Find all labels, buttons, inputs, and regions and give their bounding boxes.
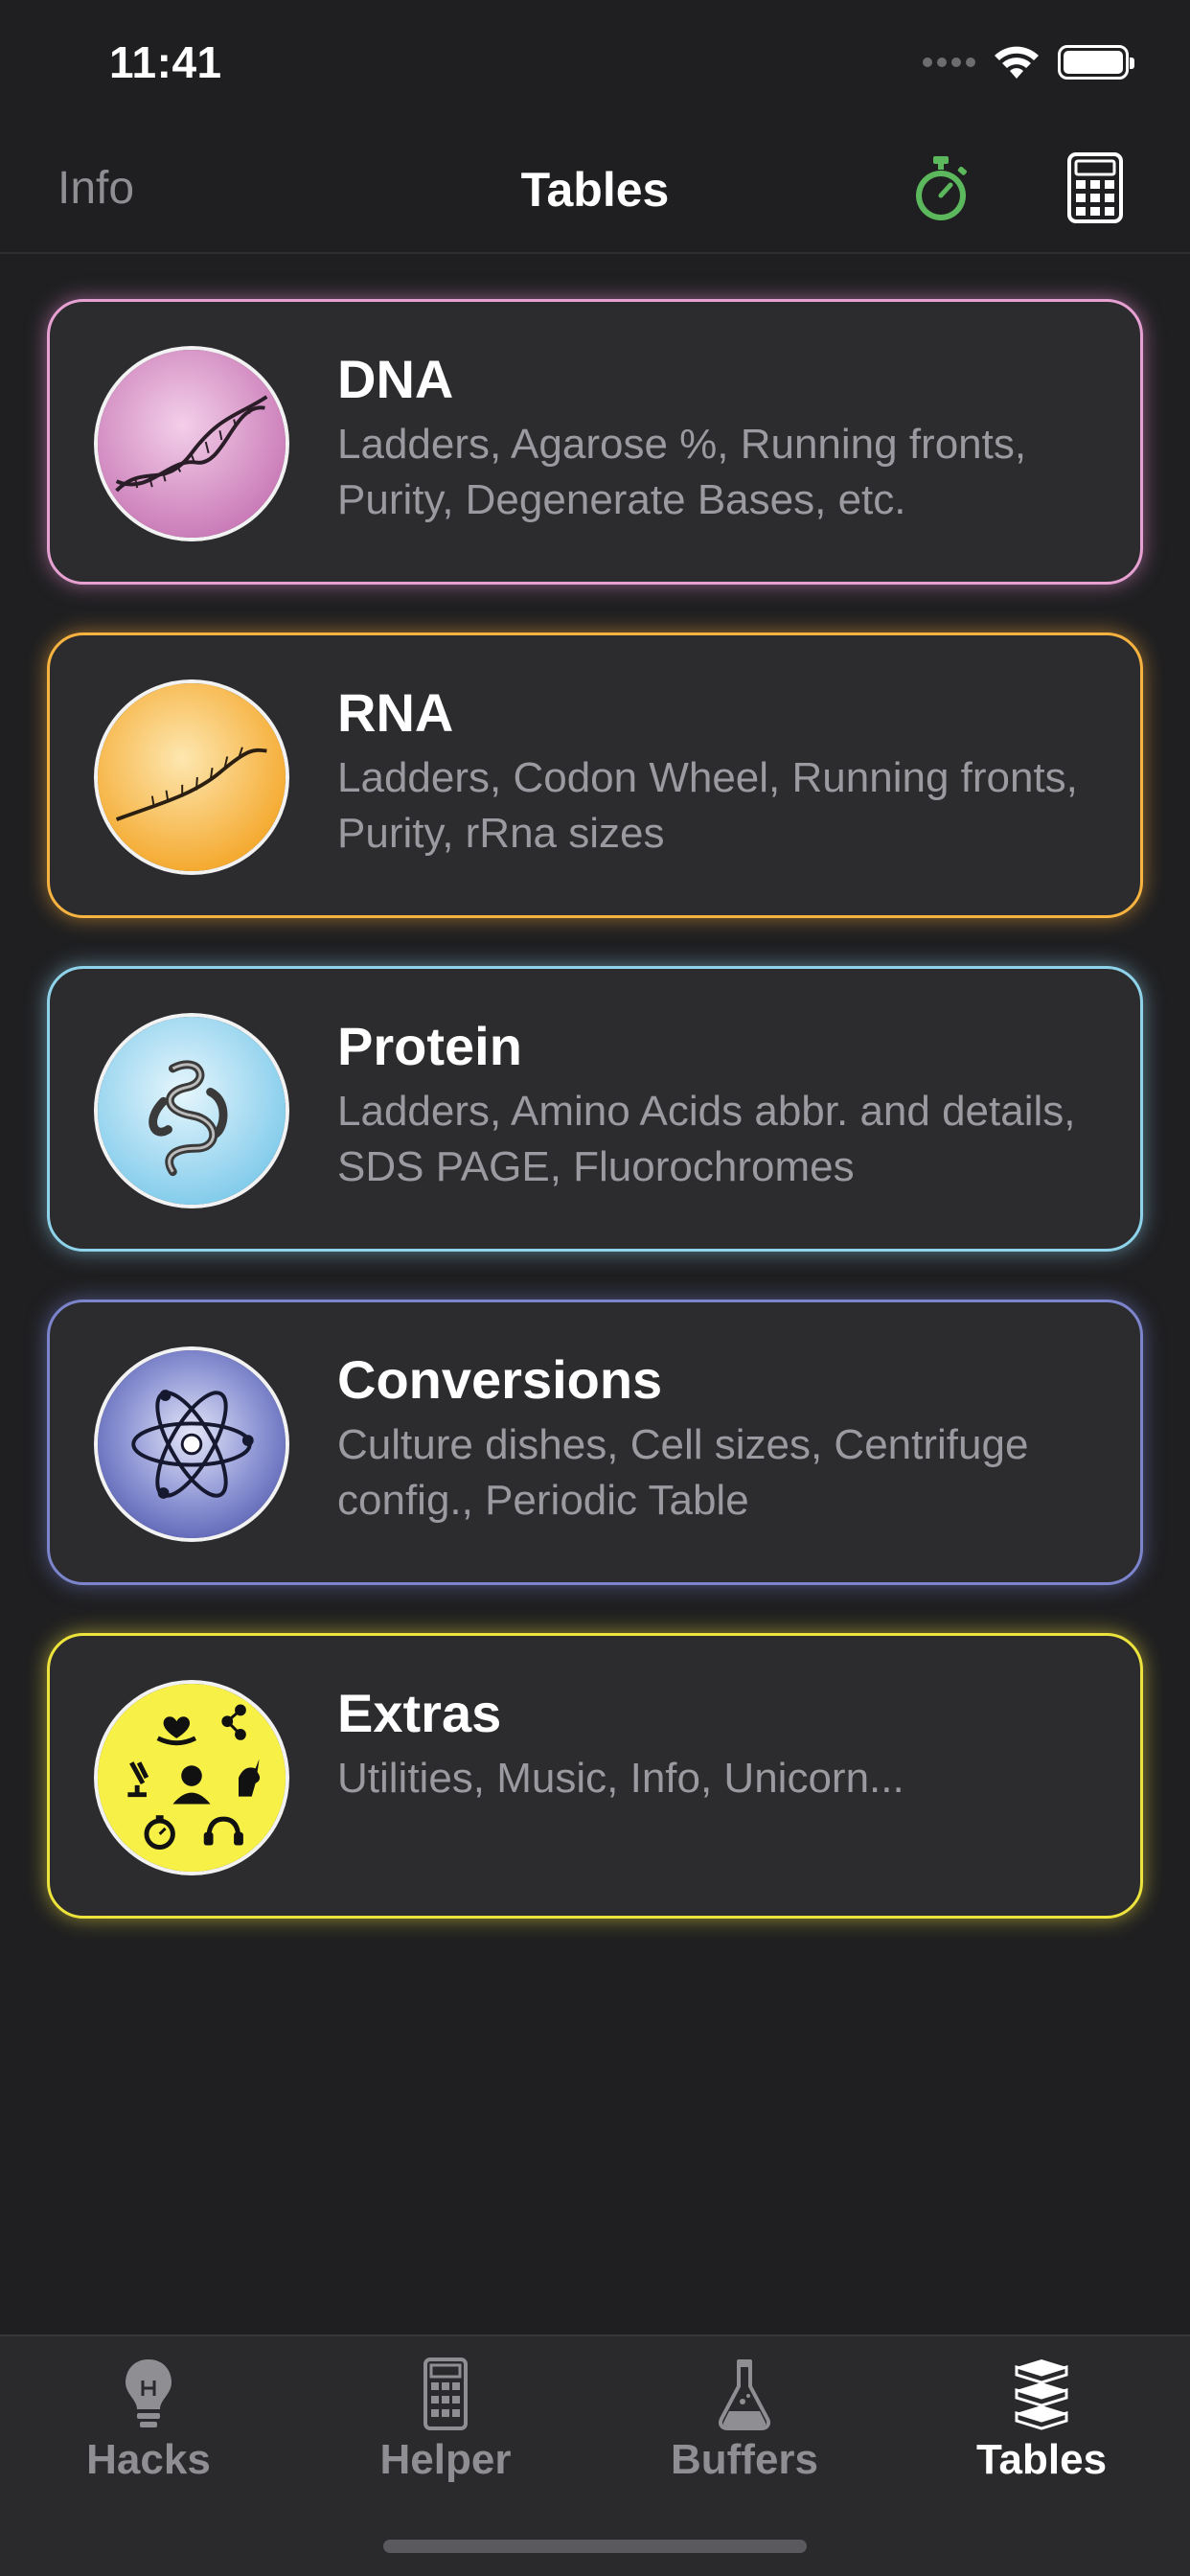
lightbulb-icon <box>126 2359 172 2427</box>
card-description: Ladders, Codon Wheel, Running fronts, Pu… <box>337 754 1078 857</box>
page-title: Tables <box>520 163 670 217</box>
tab-label: Helper <box>379 2436 512 2483</box>
books-icon <box>1015 2359 1068 2430</box>
card-title: Protein <box>337 1016 522 1076</box>
tab-label: Buffers <box>670 2436 819 2483</box>
card-conversions[interactable]: Conversions Culture dishes, Cell sizes, … <box>47 1300 1143 1585</box>
dna-helix-image <box>94 346 289 541</box>
rna-strand-image <box>94 679 289 875</box>
card-dna[interactable]: DNA Ladders, Agarose %, Running fronts, … <box>47 299 1143 585</box>
wifi-icon <box>995 46 1039 79</box>
card-title: DNA <box>337 349 454 409</box>
status-indicators <box>923 44 1134 80</box>
card-title: Conversions <box>337 1349 663 1410</box>
card-rna[interactable]: RNA Ladders, Codon Wheel, Running fronts… <box>47 632 1143 918</box>
tab-buffers[interactable]: Buffers <box>620 2358 869 2492</box>
extras-collage-image <box>94 1680 289 1875</box>
tab-label: Tables <box>975 2436 1108 2483</box>
calculator-icon <box>423 2358 468 2430</box>
tab-helper[interactable]: Helper <box>321 2358 570 2492</box>
cellular-signal-icon <box>923 58 975 67</box>
card-protein[interactable]: Protein Ladders, Amino Acids abbr. and d… <box>47 966 1143 1252</box>
card-description: Utilities, Music, Info, Unicorn... <box>337 1755 904 1802</box>
protein-structure-image <box>94 1013 289 1208</box>
stopwatch-icon[interactable] <box>910 156 972 223</box>
home-indicator[interactable] <box>383 2540 807 2553</box>
calculator-icon[interactable] <box>1067 152 1123 223</box>
card-description: Ladders, Agarose %, Running fronts, Puri… <box>337 421 1027 523</box>
card-title: Extras <box>337 1683 502 1743</box>
card-title: RNA <box>337 682 454 743</box>
status-bar: 11:41 <box>0 0 1190 129</box>
battery-icon <box>1058 45 1134 80</box>
tab-hacks[interactable]: Hacks <box>24 2358 273 2492</box>
screen: 11:41 Info Tables DNA Ladders, Agarose %… <box>0 0 1190 2576</box>
status-time: 11:41 <box>109 37 222 87</box>
flask-icon <box>718 2359 771 2430</box>
card-extras[interactable]: Extras Utilities, Music, Info, Unicorn..… <box>47 1633 1143 1919</box>
navigation-bar: Info Tables <box>0 129 1190 254</box>
tab-tables[interactable]: Tables <box>917 2358 1166 2492</box>
card-description: Ladders, Amino Acids abbr. and details, … <box>337 1088 1076 1190</box>
card-description: Culture dishes, Cell sizes, Centrifuge c… <box>337 1421 1029 1524</box>
atom-image <box>94 1346 289 1542</box>
tab-label: Hacks <box>86 2436 211 2483</box>
